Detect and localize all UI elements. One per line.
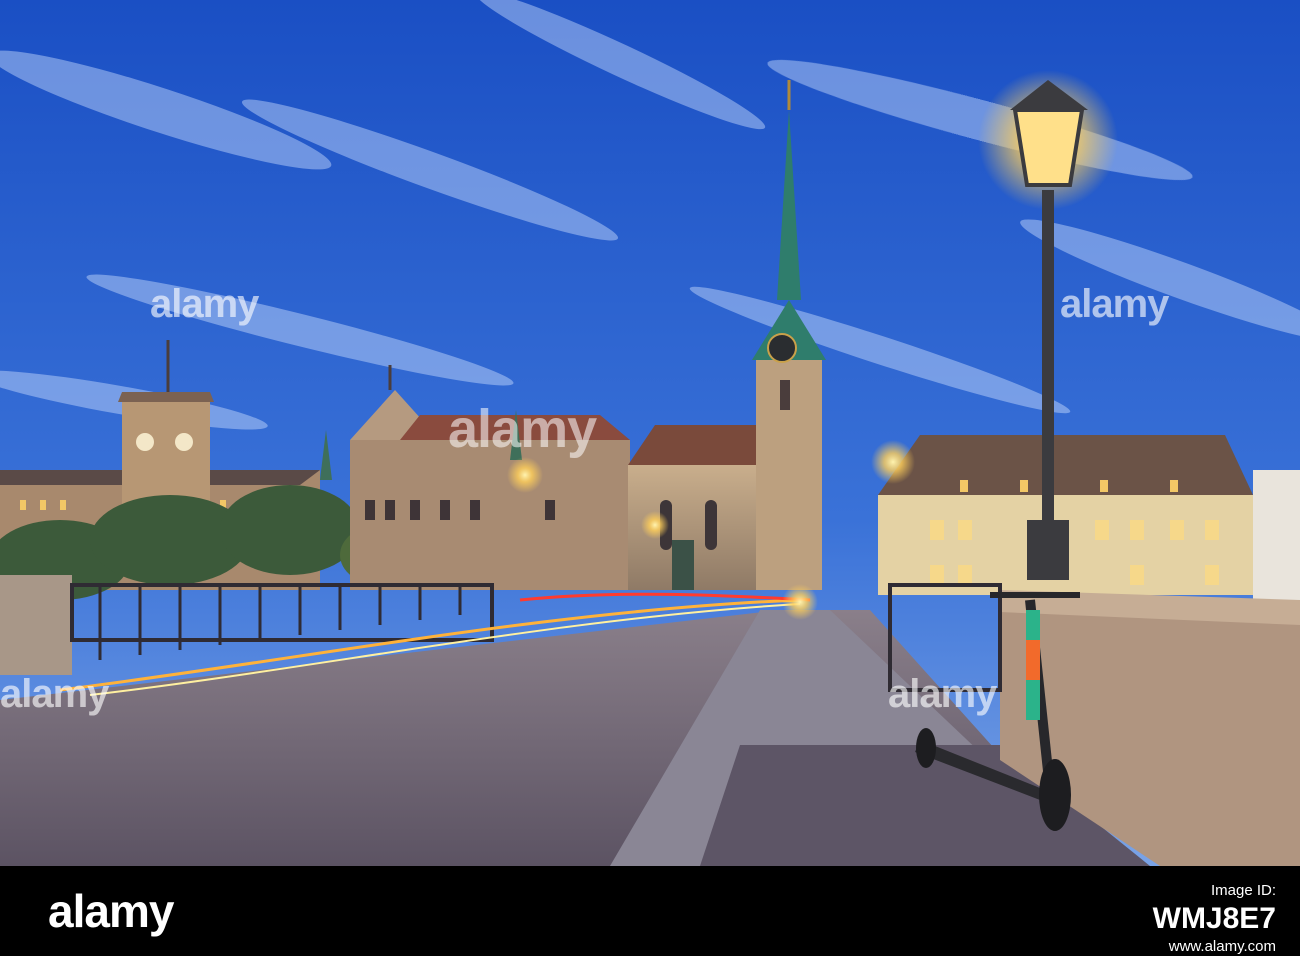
watermark-top-right: alamy <box>1060 282 1169 326</box>
footer-meta: Image ID: WMJ8E7 www.alamy.com <box>1153 880 1276 956</box>
watermark-bottom-left: alamy <box>0 672 109 716</box>
image-id: WMJ8E7 <box>1152 902 1276 935</box>
watermark-top-left: alamy <box>150 282 259 326</box>
footer-url: www.alamy.com <box>1168 938 1276 955</box>
footer-bar: alamy Image ID: WMJ8E7 www.alamy.com <box>0 866 1300 956</box>
watermark-center: alamy <box>448 399 597 459</box>
stock-photo: alamy alamy alamy alamy alamy <box>0 0 1300 866</box>
street-lamp-church <box>641 511 669 539</box>
photo-scene <box>0 0 1300 866</box>
car-headlight <box>782 584 818 620</box>
watermark-bottom-right: alamy <box>888 672 997 716</box>
photo-frame: alamy alamy alamy alamy alamy alamy Imag… <box>0 0 1300 956</box>
street-lamp-left <box>507 457 543 493</box>
image-id-label: Image ID: <box>1210 882 1276 899</box>
footer-logo: alamy <box>48 885 174 937</box>
street-lamp-distant <box>871 440 915 484</box>
